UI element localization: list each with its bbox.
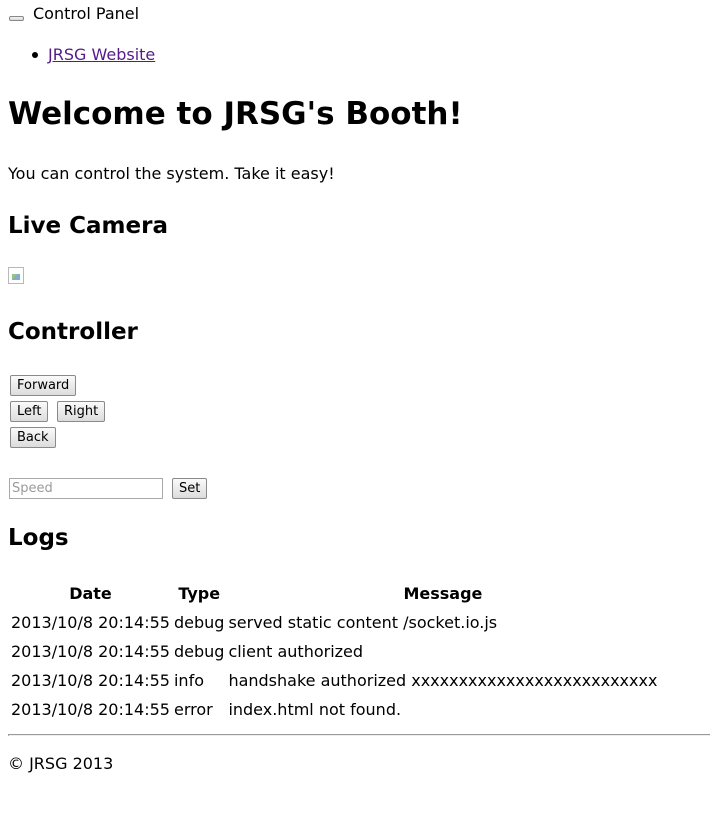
column-header-message: Message	[403, 584, 483, 603]
page-title: Welcome to JRSG's Booth!	[8, 96, 463, 132]
log-message: index.html not found.	[228, 700, 402, 719]
navbar-links: JRSG Website	[0, 44, 155, 66]
back-button[interactable]: Back	[10, 427, 56, 448]
logs-heading: Logs	[8, 525, 69, 551]
right-button[interactable]: Right	[57, 401, 106, 422]
broken-image-icon	[8, 267, 24, 284]
table-row: 2013/10/8 20:14:55 debug client authoriz…	[10, 638, 658, 665]
navbar-brand[interactable]: Control Panel	[33, 4, 139, 24]
forward-button[interactable]: Forward	[10, 375, 77, 396]
intro-text: You can control the system. Take it easy…	[8, 164, 335, 183]
footer-copyright: © JRSG 2013	[8, 754, 114, 773]
speed-input[interactable]	[9, 478, 163, 499]
jrsg-website-link[interactable]: JRSG Website	[48, 45, 155, 64]
column-header-type: Type	[178, 584, 221, 603]
table-header-row: Date Type Message	[10, 580, 658, 607]
bullet-icon	[32, 52, 38, 58]
log-type: debug	[173, 613, 225, 632]
live-camera-heading: Live Camera	[8, 213, 168, 239]
log-date: 2013/10/8 20:14:55	[11, 700, 170, 719]
log-message: served static content /socket.io.js	[228, 613, 498, 632]
table-row: 2013/10/8 20:14:55 debug served static c…	[10, 609, 658, 636]
log-date: 2013/10/8 20:14:55	[11, 613, 170, 632]
log-message: handshake authorized xxxxxxxxxxxxxxxxxxx…	[228, 671, 658, 690]
log-type: debug	[173, 642, 225, 661]
log-date: 2013/10/8 20:14:55	[11, 642, 170, 661]
table-row: 2013/10/8 20:14:55 info handshake author…	[10, 667, 658, 694]
table-row: 2013/10/8 20:14:55 error index.html not …	[10, 696, 658, 723]
left-button[interactable]: Left	[10, 401, 49, 422]
log-date: 2013/10/8 20:14:55	[11, 671, 170, 690]
set-button[interactable]: Set	[172, 478, 208, 499]
log-type: error	[173, 700, 213, 719]
logs-table: Date Type Message 2013/10/8 20:14:55 deb…	[8, 578, 660, 725]
navbar-toggle-button[interactable]	[9, 16, 24, 21]
column-header-date: Date	[69, 584, 112, 603]
log-message: client authorized	[228, 642, 364, 661]
controller-heading: Controller	[8, 319, 138, 345]
list-item: JRSG Website	[0, 44, 155, 66]
footer-divider	[8, 734, 710, 736]
log-type: info	[173, 671, 204, 690]
